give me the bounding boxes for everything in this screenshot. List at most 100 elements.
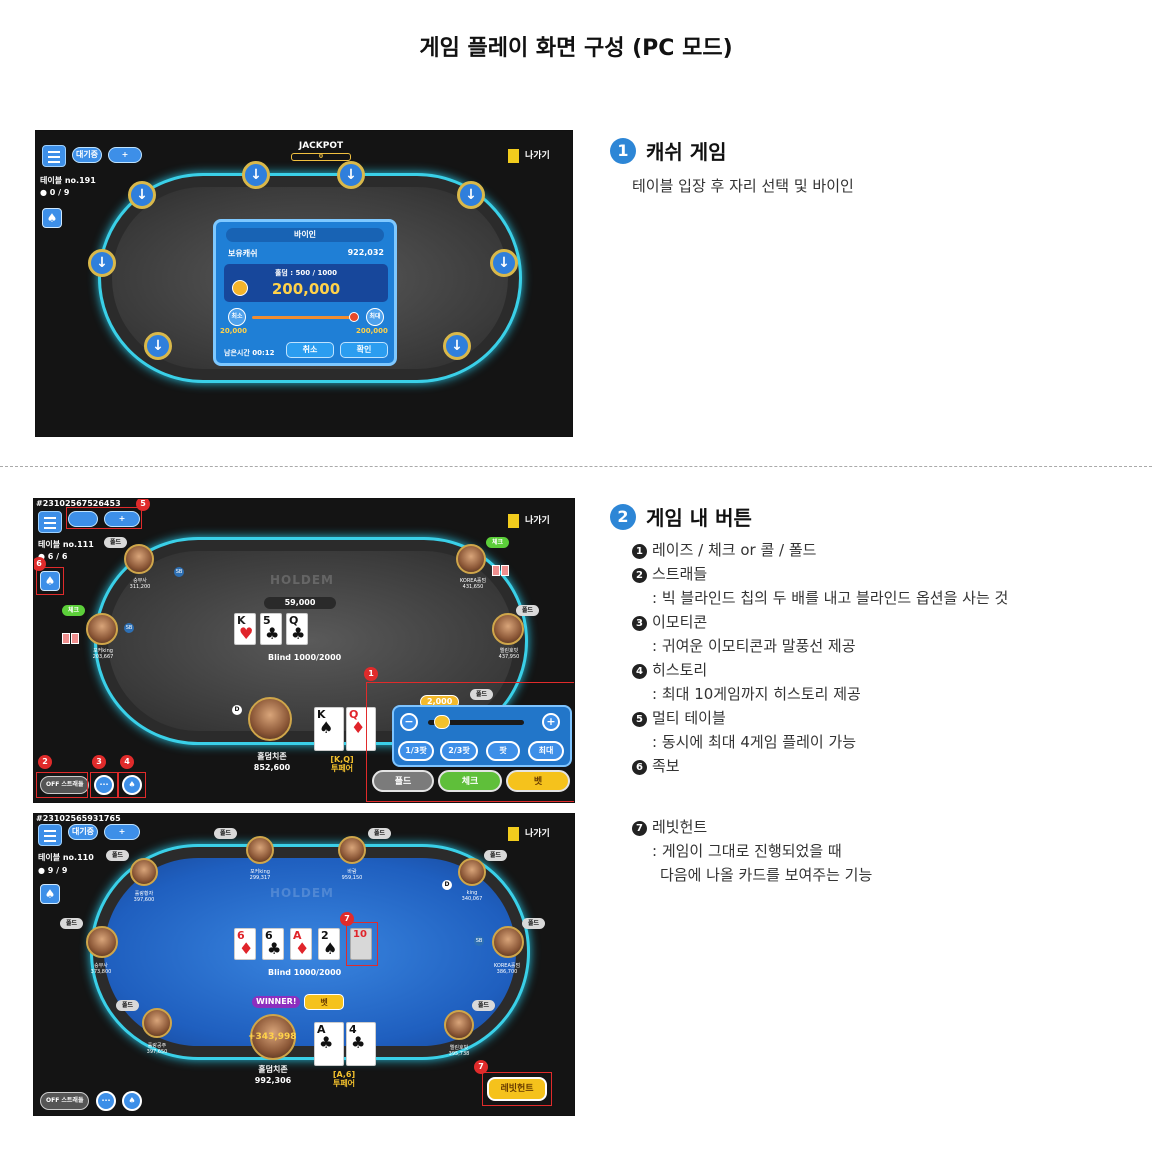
seat-arrow-icon[interactable]: ↓ <box>242 161 270 189</box>
feature-desc: : 게임이 그대로 진행되었을 때 <box>652 842 842 860</box>
seat-arrow-icon[interactable]: ↓ <box>144 332 172 360</box>
cancel-button[interactable]: 취소 <box>286 342 334 358</box>
feature-desc: 다음에 나올 카드를 보여주는 기능 <box>660 866 873 884</box>
menu-button[interactable] <box>38 824 62 846</box>
coin-icon <box>232 280 248 296</box>
confirm-button[interactable]: 확인 <box>340 342 388 358</box>
raise-pot-button[interactable]: 팟 <box>486 741 520 761</box>
hero-card: A ♣ <box>314 1022 344 1066</box>
raise-panel: − + 1/3팟 2/3팟 팟 최대 <box>392 705 572 767</box>
board-card: 2 ♠ <box>318 928 340 960</box>
board-card: A ♦ <box>290 928 312 960</box>
bet-button[interactable]: 벳 <box>506 770 570 792</box>
add-table-button[interactable]: + <box>108 147 142 163</box>
door-icon <box>508 148 519 163</box>
add-table-button[interactable]: + <box>104 824 140 840</box>
feature-item: 4 히스토리 <box>632 659 707 680</box>
seat-arrow-icon[interactable]: ↓ <box>337 161 365 189</box>
marker-box-7-button <box>482 1072 552 1106</box>
buyin-slider[interactable] <box>252 312 359 322</box>
hand-rank-spade-icon[interactable]: ♠ <box>42 208 62 228</box>
exit-button[interactable]: 나가기 <box>508 513 550 528</box>
raise-slider-knob[interactable] <box>434 715 450 729</box>
menu-button[interactable] <box>42 145 66 167</box>
section-title: 게임 내 버튼 <box>646 506 752 530</box>
cash-row: 보유캐쉬 922,032 <box>228 248 384 259</box>
marker-1: 1 <box>364 667 378 681</box>
history-spade-icon[interactable]: ♠ <box>122 1091 142 1111</box>
player-name: 포커king 299,317 <box>249 869 271 881</box>
holdem-logo: HOLDEM <box>270 886 334 900</box>
hero-hand: [A,6] 투페어 <box>332 1070 356 1088</box>
slider-knob[interactable] <box>349 312 359 322</box>
player-count-value: 6 / 6 <box>47 552 68 561</box>
player-status-tag: 폴드 <box>214 828 238 839</box>
section-1-header: 1 캐쉬 게임 <box>610 136 727 165</box>
player-name: 훌랑황자 397,600 <box>133 891 155 903</box>
hero-name: 홀덤치존 <box>258 1065 288 1074</box>
raise-third-pot-button[interactable]: 1/3팟 <box>398 741 434 761</box>
waiting-button[interactable]: 대기중 <box>68 824 98 840</box>
exit-label: 나가기 <box>525 829 550 839</box>
straddle-toggle[interactable]: OFF 스트래들 <box>40 1092 90 1110</box>
player-count: ● 0 / 9 <box>40 188 69 197</box>
dealer-button: D <box>442 880 452 890</box>
sb-chip: SB <box>124 623 134 633</box>
blind-label: Blind 1000/2000 <box>268 968 342 977</box>
jackpot-label: JACKPOT <box>298 141 344 151</box>
max-button[interactable]: 최대 <box>366 308 384 326</box>
seat-arrow-icon[interactable]: ↓ <box>88 249 116 277</box>
raise-two-thirds-pot-button[interactable]: 2/3팟 <box>440 741 478 761</box>
player-status-tag: 폴드 <box>472 1000 496 1011</box>
marker-5: 5 <box>136 499 150 511</box>
feature-item: 5 멀티 테이블 <box>632 707 726 728</box>
exit-button[interactable]: 나가기 <box>508 826 550 841</box>
player-avatar <box>246 836 274 864</box>
seat-arrow-icon[interactable]: ↓ <box>457 181 485 209</box>
seat-arrow-icon[interactable]: ↓ <box>443 332 471 360</box>
exit-button[interactable]: 나가기 <box>508 148 550 163</box>
seat-arrow-icon[interactable]: ↓ <box>128 181 156 209</box>
marker-box-3 <box>90 772 118 798</box>
hand-rank-spade-icon[interactable]: ♠ <box>40 884 60 904</box>
menu-button[interactable] <box>38 511 62 533</box>
player-name: king 340,067 <box>461 890 483 902</box>
min-button[interactable]: 최소 <box>228 308 246 326</box>
feature-item: 3 이모티콘 <box>632 611 707 632</box>
player-status-tag: 폴드 <box>368 828 392 839</box>
emoticon-button[interactable]: ··· <box>96 1091 116 1111</box>
feature-item: 7 레빗헌트 <box>632 816 707 837</box>
waiting-button[interactable]: 대기중 <box>72 147 102 163</box>
player-status-tag: 체크 <box>62 605 86 616</box>
page-title: 게임 플레이 화면 구성 (PC 모드) <box>419 36 733 61</box>
screenshot-buyin: 대기중 + 테이블 no.191 ● 0 / 9 ♠ 나가기 JACKPOT 0… <box>35 130 573 437</box>
feature-desc: : 빅 블라인드 칩의 두 배를 내고 블라인드 옵션을 사는 것 <box>652 589 1009 607</box>
max-value: 200,000 <box>356 327 388 335</box>
marker-2: 2 <box>38 755 52 769</box>
marker-box-5 <box>66 507 142 529</box>
jackpot-value: 0 <box>291 153 351 161</box>
hero-avatar <box>248 697 292 741</box>
feature-item: 1 레이즈 / 체크 or 콜 / 폴드 <box>632 539 816 560</box>
fold-button[interactable]: 폴드 <box>372 770 434 792</box>
seat-arrow-icon[interactable]: ↓ <box>490 249 518 277</box>
min-value: 20,000 <box>220 327 248 335</box>
plus-button[interactable]: + <box>542 713 560 731</box>
feature-item: 6 족보 <box>632 755 680 776</box>
check-button[interactable]: 체크 <box>438 770 502 792</box>
section-1-desc: 테이블 입장 후 자리 선택 및 바이인 <box>632 177 854 195</box>
player-avatar <box>338 836 366 864</box>
door-icon <box>508 513 519 528</box>
raise-max-button[interactable]: 최대 <box>528 741 564 761</box>
player-avatar <box>492 926 524 958</box>
minus-button[interactable]: − <box>400 713 418 731</box>
player-avatar <box>130 858 158 886</box>
section-title: 캐쉬 게임 <box>646 140 727 164</box>
buyin-title: 바이인 <box>226 228 384 242</box>
player-count-value: 0 / 9 <box>49 188 70 197</box>
marker-7-card: 7 <box>340 912 354 926</box>
player-cards <box>62 629 80 648</box>
game-id: #23102565931765 <box>36 814 121 823</box>
holdem-logo: HOLDEM <box>270 573 334 587</box>
blind-label: Blind 1000/2000 <box>268 653 342 662</box>
